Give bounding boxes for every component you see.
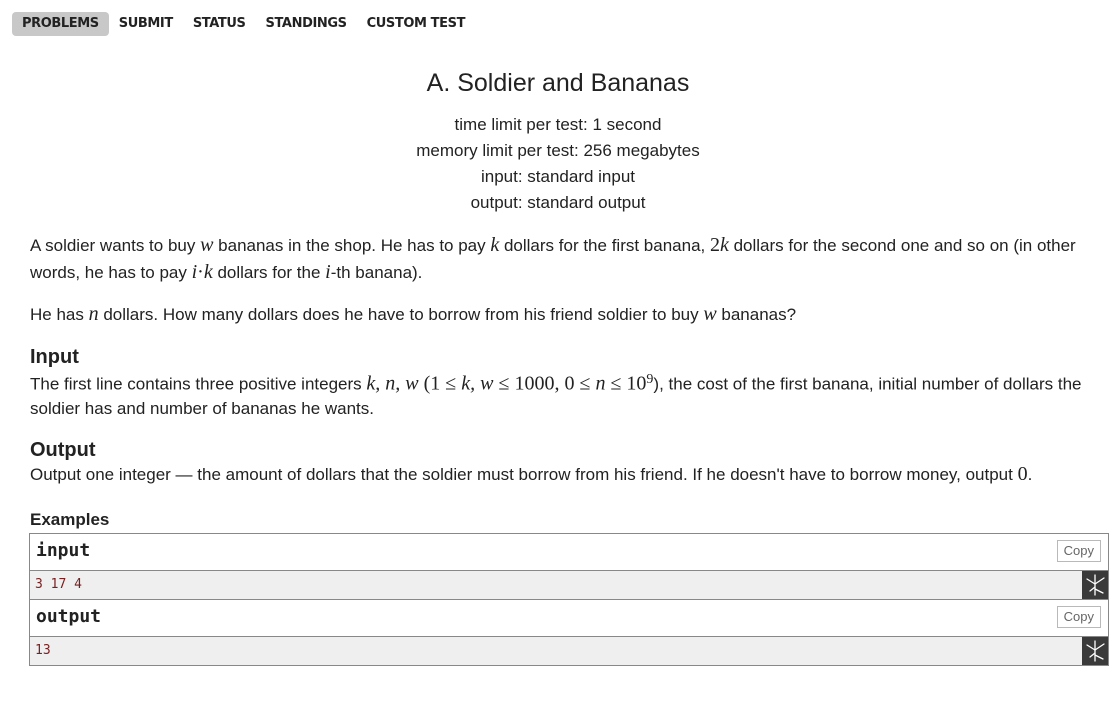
math-num: 2 — [709, 234, 720, 256]
legend-text: He has — [30, 305, 89, 324]
math-var: w — [200, 234, 214, 256]
math-var: k — [203, 261, 213, 283]
legend-2: He has n dollars. How many dollars does … — [30, 301, 1112, 328]
math-constraint: ≤ 10 — [605, 372, 647, 395]
math-vars: k, n, w — [366, 372, 419, 395]
input-specification: Input The first line contains three posi… — [30, 346, 1112, 421]
sample-input-label: input — [36, 540, 91, 561]
output-text: . — [1027, 465, 1033, 484]
graph-icon[interactable] — [1082, 571, 1108, 599]
math-var: k — [490, 234, 500, 256]
output-specification: Output Output one integer — the amount o… — [30, 439, 1112, 488]
sample-output-header: output Copy — [30, 600, 1108, 637]
math-var: n — [88, 303, 99, 325]
legend-text: dollars for the — [212, 263, 326, 282]
memory-limit: memory limit per test: 256 megabytes — [416, 141, 700, 160]
copy-output-button[interactable]: Copy — [1056, 606, 1101, 628]
sample-input-value: 3 17 4 — [35, 577, 82, 592]
math-paren: ( — [418, 372, 431, 395]
math-num: 0 — [1017, 463, 1028, 485]
sample-output-body: 13 — [30, 637, 1108, 665]
menu-standings[interactable]: STANDINGS — [256, 12, 357, 36]
legend-text: dollars for the first banana, — [499, 236, 710, 255]
legend: A soldier wants to buy w bananas in the … — [30, 232, 1112, 286]
math-op: · — [197, 261, 204, 283]
sample-input-body: 3 17 4 — [30, 571, 1108, 600]
menu-custom-test[interactable]: CUSTOM TEST — [357, 12, 475, 36]
math-constraint: ≤ 1000, 0 ≤ — [493, 372, 596, 395]
legend-text: bananas in the shop. He has to pay — [213, 236, 491, 255]
problem-limits: time limit per test: 1 second memory lim… — [0, 112, 1116, 216]
input-section-text: The first line contains three positive i… — [30, 368, 1112, 421]
problem-header: A. Soldier and Bananas time limit per te… — [0, 66, 1116, 216]
output-section-title: Output — [30, 439, 96, 461]
sample-output-value: 13 — [35, 643, 51, 658]
graph-icon[interactable] — [1082, 637, 1108, 665]
time-limit: time limit per test: 1 second — [454, 115, 662, 134]
legend-text: A soldier wants to buy — [30, 236, 201, 255]
sample-test: input Copy 3 17 4 output Copy 13 — [29, 533, 1109, 666]
sample-output-label: output — [36, 606, 102, 627]
sample-input-header: input Copy — [30, 534, 1108, 571]
math-constraint: 1 ≤ — [430, 372, 462, 395]
math-var: w — [703, 303, 717, 325]
examples-header: Examples — [30, 509, 1112, 531]
input-section-title: Input — [30, 346, 79, 368]
output-text: Output one integer — the amount of dolla… — [30, 465, 1018, 484]
legend-text: dollars. How many dollars does he have t… — [98, 305, 704, 324]
examples-title: Examples — [30, 510, 110, 529]
copy-input-button[interactable]: Copy — [1056, 540, 1101, 562]
input-file: input: standard input — [480, 167, 636, 186]
graph-icon-svg — [1086, 640, 1105, 662]
menu-status[interactable]: STATUS — [183, 12, 256, 36]
graph-icon-svg — [1086, 574, 1105, 596]
input-text: The first line contains three positive i… — [30, 374, 367, 394]
legend-text: -th banana). — [330, 263, 423, 282]
legend-text: bananas? — [716, 305, 797, 324]
problem-title: A. Soldier and Bananas — [426, 69, 690, 97]
top-menu: PROBLEMS SUBMIT STATUS STANDINGS CUSTOM … — [12, 12, 475, 36]
menu-submit[interactable]: SUBMIT — [109, 12, 183, 36]
math-constraint: k, w — [461, 372, 494, 395]
math-constraint: n — [595, 372, 606, 395]
output-section-text: Output one integer — the amount of dolla… — [30, 461, 1112, 488]
math-var: k — [719, 234, 729, 256]
menu-problems[interactable]: PROBLEMS — [12, 12, 109, 36]
legend-paragraph-1: A soldier wants to buy w bananas in the … — [30, 232, 1112, 286]
legend-paragraph-2: He has n dollars. How many dollars does … — [30, 301, 1112, 328]
output-file: output: standard output — [470, 193, 646, 212]
